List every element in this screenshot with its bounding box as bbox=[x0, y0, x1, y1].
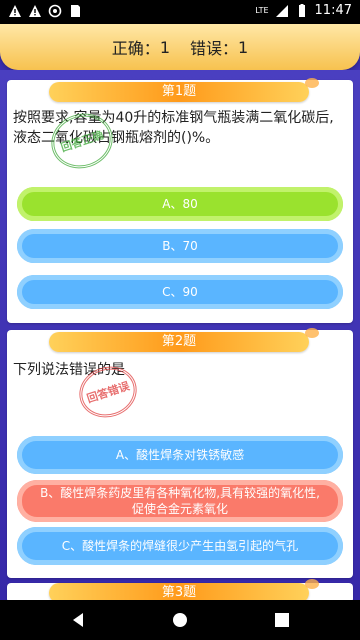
wrong-label: 错误： bbox=[190, 39, 239, 58]
question-number-banner: 第2题 bbox=[49, 328, 319, 352]
option-b[interactable]: B、70 bbox=[17, 229, 343, 263]
back-icon[interactable] bbox=[68, 610, 88, 630]
home-icon[interactable] bbox=[170, 610, 190, 630]
navigation-bar bbox=[0, 600, 360, 640]
sync-icon bbox=[48, 4, 62, 18]
option-c[interactable]: C、酸性焊条的焊缝很少产生由氢引起的气孔 bbox=[17, 527, 343, 565]
warning-icon bbox=[29, 5, 41, 17]
option-b[interactable]: B、酸性焊条药皮里有各种氧化物,具有较强的氧化性,促使合金元素氧化 bbox=[17, 480, 343, 522]
option-a[interactable]: A、80 bbox=[17, 187, 343, 221]
correct-count: 1 bbox=[159, 37, 170, 57]
correct-label: 正确： bbox=[111, 39, 160, 58]
status-bar: LTE 11:47 bbox=[0, 0, 360, 24]
clock: 11:47 bbox=[314, 3, 352, 18]
option-c[interactable]: C、90 bbox=[17, 275, 343, 309]
question-number: 第3题 bbox=[161, 585, 197, 600]
question-card: 第1题 按照要求,容量为40升的标准钢气瓶装满二氧化碳后,液态二氧化碳占钢瓶熔剂… bbox=[7, 78, 353, 323]
question-number: 第1题 bbox=[161, 84, 197, 99]
warning-icon bbox=[9, 5, 21, 17]
network-type-label: LTE bbox=[255, 6, 269, 15]
wrong-count: 1 bbox=[238, 37, 249, 57]
option-a[interactable]: A、酸性焊条对铁锈敏感 bbox=[17, 436, 343, 474]
recents-icon[interactable] bbox=[272, 610, 292, 630]
question-card: 第2题 下列说法错误的是 回答错误 A、酸性焊条对铁锈敏感 B、酸性焊条药皮里有… bbox=[7, 328, 353, 578]
question-text: 下列说法错误的是 bbox=[13, 362, 125, 378]
signal-icon bbox=[275, 4, 288, 17]
sd-card-icon bbox=[71, 5, 80, 17]
question-number: 第2题 bbox=[161, 334, 197, 349]
question-number-banner: 第1题 bbox=[49, 78, 319, 102]
battery-icon bbox=[298, 3, 305, 17]
score-header: 正确： 1 错误： 1 bbox=[0, 24, 360, 70]
